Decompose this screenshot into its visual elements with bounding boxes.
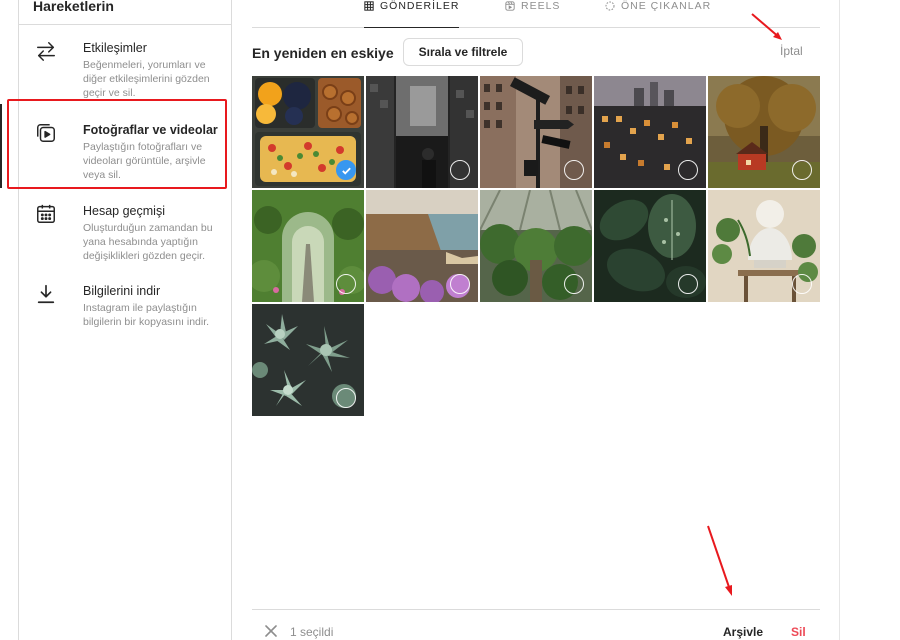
calendar-icon: [37, 204, 55, 223]
selection-circle-icon[interactable]: [336, 274, 356, 294]
selection-circle-icon[interactable]: [450, 160, 470, 180]
tab-label: ÖNE ÇIKANLAR: [621, 0, 712, 12]
post-thumbnail[interactable]: [480, 190, 592, 302]
selection-circle-icon[interactable]: [564, 160, 584, 180]
sidebar-item-download-info[interactable]: Bilgilerini indir Instagram ile paylaştı…: [19, 283, 232, 329]
delete-button[interactable]: Sil: [791, 625, 806, 639]
post-thumbnail[interactable]: [366, 190, 478, 302]
post-thumbnail[interactable]: [594, 76, 706, 188]
sidebar-item-label: Bilgilerini indir: [83, 284, 161, 298]
sidebar-title: Hareketlerin: [33, 0, 114, 14]
sort-order-title: En yeniden en eskiye: [252, 45, 394, 61]
sidebar-item-interactions[interactable]: Etkileşimler Beğenmeleri, yorumları ve d…: [19, 40, 232, 100]
activity-sidebar: Hareketlerin Etkileşimler Beğenmeleri, y…: [18, 0, 232, 640]
tab-label: REELS: [521, 0, 561, 12]
sidebar-item-label: Fotoğraflar ve videolar: [83, 123, 218, 137]
cancel-button[interactable]: İptal: [780, 44, 803, 58]
selected-count: 1 seçildi: [290, 625, 334, 639]
post-thumbnail[interactable]: [252, 190, 364, 302]
grid-icon: [364, 1, 374, 11]
posts-grid: [252, 76, 820, 416]
selection-circle-icon[interactable]: [678, 274, 698, 294]
selection-circle-icon[interactable]: [678, 160, 698, 180]
tab-label: GÖNDERİLER: [380, 0, 460, 12]
post-thumbnail[interactable]: [594, 190, 706, 302]
selection-check-icon[interactable]: [336, 160, 356, 180]
sidebar-item-label: Etkileşimler: [83, 41, 147, 55]
sidebar-item-description: Beğenmeleri, yorumları ve diğer etkileşi…: [83, 59, 210, 99]
main-panel: GÖNDERİLER REELS ÖNE ÇIKANLAR En yeniden…: [232, 0, 840, 640]
download-icon: [37, 284, 55, 304]
selection-action-bar: 1 seçildi Arşivle Sil: [252, 609, 820, 640]
selection-circle-icon[interactable]: [336, 388, 356, 408]
tab-posts[interactable]: GÖNDERİLER: [364, 0, 460, 28]
archive-button[interactable]: Arşivle: [723, 625, 763, 639]
sort-filter-button[interactable]: Sırala ve filtrele: [403, 38, 523, 66]
selection-circle-icon[interactable]: [792, 274, 812, 294]
sidebar-item-photos-videos[interactable]: Fotoğraflar ve videolar Paylaştığın foto…: [19, 122, 232, 182]
post-thumbnail[interactable]: [366, 76, 478, 188]
post-thumbnail[interactable]: [480, 76, 592, 188]
post-thumbnail[interactable]: [708, 76, 820, 188]
selection-circle-icon[interactable]: [450, 274, 470, 294]
sidebar-item-description: Paylaştığın fotoğrafları ve videoları gö…: [83, 141, 206, 181]
post-thumbnail[interactable]: [252, 76, 364, 188]
selection-circle-icon[interactable]: [564, 274, 584, 294]
arrows-swap-icon: [37, 42, 55, 61]
sidebar-item-account-history[interactable]: Hesap geçmişi Oluşturduğun zamandan bu y…: [19, 203, 232, 263]
checkmark-icon: [341, 167, 351, 175]
content-tabs: GÖNDERİLER REELS ÖNE ÇIKANLAR: [252, 0, 820, 28]
active-item-indicator: [0, 104, 2, 188]
reels-icon: [505, 1, 515, 11]
post-thumbnail[interactable]: [708, 190, 820, 302]
sidebar-divider: [19, 24, 231, 25]
photos-videos-icon: [37, 124, 55, 142]
sidebar-item-description: Instagram ile paylaştığın bilgilerin bir…: [83, 302, 210, 328]
highlights-icon: [605, 1, 615, 11]
tab-reels[interactable]: REELS: [505, 0, 560, 28]
sidebar-item-description: Oluşturduğun zamandan bu yana hesabında …: [83, 222, 213, 262]
sidebar-item-label: Hesap geçmişi: [83, 204, 165, 218]
tab-highlights[interactable]: ÖNE ÇIKANLAR: [605, 0, 711, 28]
post-thumbnail[interactable]: [252, 304, 364, 416]
selection-circle-icon[interactable]: [792, 160, 812, 180]
close-icon[interactable]: [264, 624, 278, 638]
